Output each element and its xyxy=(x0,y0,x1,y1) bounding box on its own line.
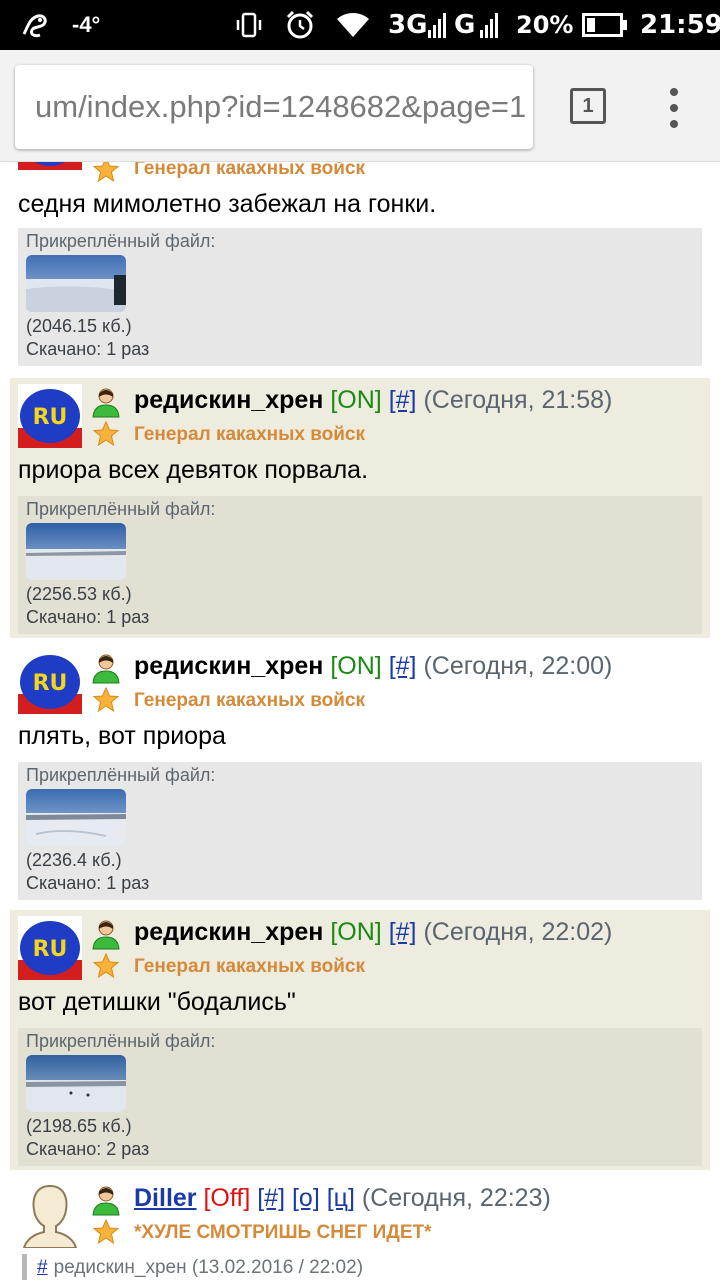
dot-icon xyxy=(670,104,678,112)
attachment-label: Прикреплённый файл: xyxy=(26,765,216,785)
user-rank: Генерал какахных войск xyxy=(134,956,365,977)
attachment: Прикреплённый файл: (2046.15 кб.) Скачан… xyxy=(18,228,702,366)
attachment: Прикреплённый файл: (2198.65 кб.) Скачан… xyxy=(18,1028,702,1166)
alarm-icon xyxy=(284,0,316,50)
post-time: (Сегодня, 22:23) xyxy=(361,1184,551,1212)
avatar-ru-flag-icon[interactable]: RU xyxy=(18,916,82,980)
post-header: Diller [Off] [#] [о] [ц] (Сегодня, 22:23… xyxy=(134,1184,551,1213)
avatar-ru-flag-icon[interactable]: RU xyxy=(18,650,82,714)
forum-post: RU редискин_хрен [ON] [#] (Сегодня, 22:0… xyxy=(10,910,710,1170)
overflow-menu-button[interactable] xyxy=(666,88,682,128)
username[interactable]: редискин_хрен xyxy=(134,652,323,680)
online-status: [ON] xyxy=(330,386,382,414)
post-header: редискин_хрен [ON] [#] (Сегодня, 22:00) xyxy=(134,652,612,681)
user-online-icon xyxy=(92,920,120,950)
username-link[interactable]: Diller xyxy=(134,1184,197,1212)
username[interactable]: редискин_хрен xyxy=(134,918,323,946)
attachment-thumbnail[interactable] xyxy=(26,255,126,312)
svg-text:RU: RU xyxy=(33,671,68,696)
forum-post: Генерал какахных войск седня мимолетно з… xyxy=(10,162,710,372)
network-type: 3G xyxy=(388,10,428,40)
post-header: редискин_хрен [ON] [#] (Сегодня, 22:02) xyxy=(134,918,612,947)
browser-toolbar: um/index.php?id=1248682&page=1 1 xyxy=(0,50,720,162)
online-status: [ON] xyxy=(330,652,382,680)
post-time: (Сегодня, 22:00) xyxy=(423,652,613,680)
attachment-label: Прикреплённый файл: xyxy=(26,499,216,519)
star-icon xyxy=(92,420,120,447)
post-time: (Сегодня, 21:58) xyxy=(423,386,613,414)
post-header: редискин_хрен [ON] [#] (Сегодня, 21:58) xyxy=(134,386,612,415)
attachment: Прикреплённый файл: (2236.4 кб.) Скачано… xyxy=(18,762,702,900)
star-icon xyxy=(92,162,120,183)
quote-author: редискин_хрен (13.02.2016 / 22:02) xyxy=(53,1257,364,1278)
user-rank: Генерал какахных войск xyxy=(134,162,365,179)
forum-thread: Генерал какахных войск седня мимолетно з… xyxy=(0,162,720,1280)
attachment-size: (2046.15 кб.) xyxy=(26,316,132,336)
attachment-thumbnail[interactable] xyxy=(26,789,126,846)
post-anchor-link[interactable]: [#] xyxy=(257,1184,285,1212)
forum-post: RU редискин_хрен [ON] [#] (Сегодня, 21:5… xyxy=(10,378,710,638)
signal-icon-1 xyxy=(428,0,448,50)
post-message: плять, вот приора xyxy=(18,722,226,750)
attachment-label: Прикреплённый файл: xyxy=(26,1031,216,1051)
post-message: седня мимолетно забежал на гонки. xyxy=(18,190,437,218)
url-text: um/index.php?id=1248682&page=1 xyxy=(35,89,527,124)
attachment-downloads: Скачано: 1 раз xyxy=(26,873,150,893)
clock: 21:59 xyxy=(640,10,720,40)
signal-icon-2 xyxy=(480,0,502,50)
reply-link[interactable]: [о] xyxy=(292,1184,320,1212)
post-anchor-link[interactable]: [#] xyxy=(389,918,417,946)
svg-text:RU: RU xyxy=(33,405,68,430)
svg-text:RU: RU xyxy=(33,937,68,962)
avatar-ru-flag-icon[interactable]: RU xyxy=(18,384,82,448)
attachment-size: (2236.4 кб.) xyxy=(26,850,122,870)
online-status: [ON] xyxy=(330,918,382,946)
attachment-label: Прикреплённый файл: xyxy=(26,231,216,251)
attachment-downloads: Скачано: 1 раз xyxy=(26,607,150,627)
star-icon xyxy=(92,1218,120,1245)
forum-post: Diller [Off] [#] [о] [ц] (Сегодня, 22:23… xyxy=(10,1176,710,1280)
attachment-thumbnail[interactable] xyxy=(26,523,126,580)
star-icon xyxy=(92,952,120,979)
star-icon xyxy=(92,686,120,713)
dot-icon xyxy=(670,120,678,128)
attachment-size: (2256.53 кб.) xyxy=(26,584,132,604)
messenger-icon xyxy=(20,0,50,50)
post-time: (Сегодня, 22:02) xyxy=(423,918,613,946)
tab-switcher-button[interactable]: 1 xyxy=(570,88,606,124)
avatar-ru-flag-icon xyxy=(18,162,82,170)
username[interactable]: редискин_хрен xyxy=(134,386,323,414)
forum-post: RU редискин_хрен [ON] [#] (Сегодня, 22:0… xyxy=(10,644,710,904)
user-rank: *ХУЛЕ СМОТРИШЬ СНЕГ ИДЕТ* xyxy=(134,1222,432,1243)
url-field[interactable]: um/index.php?id=1248682&page=1 xyxy=(15,65,533,149)
temperature: -4° xyxy=(72,12,101,37)
attachment-thumbnail[interactable] xyxy=(26,1055,126,1112)
attachment-size: (2198.65 кб.) xyxy=(26,1116,132,1136)
screen: -4° 3G G 20% 21:59 um/index.php?id=12486… xyxy=(0,0,720,1280)
attachment-downloads: Скачано: 1 раз xyxy=(26,339,150,359)
avatar-default-silhouette-icon[interactable] xyxy=(18,1180,82,1248)
attachment-downloads: Скачано: 2 раз xyxy=(26,1139,150,1159)
battery-percent: 20% xyxy=(516,11,574,39)
user-online-icon xyxy=(92,654,120,684)
quote-anchor-link[interactable]: # xyxy=(37,1257,48,1279)
user-icon xyxy=(92,1186,120,1216)
offline-status: [Off] xyxy=(203,1184,251,1212)
wifi-icon xyxy=(336,0,370,50)
user-rank: Генерал какахных войск xyxy=(134,424,365,445)
attachment: Прикреплённый файл: (2256.53 кб.) Скачан… xyxy=(18,496,702,634)
post-anchor-link[interactable]: [#] xyxy=(389,652,417,680)
vibrate-icon xyxy=(234,0,264,50)
quote-link[interactable]: [ц] xyxy=(327,1184,355,1212)
dot-icon xyxy=(670,88,678,96)
post-anchor-link[interactable]: [#] xyxy=(389,386,417,414)
user-rank: Генерал какахных войск xyxy=(134,690,365,711)
post-message: приора всех девяток порвала. xyxy=(18,456,369,484)
network-type-2: G xyxy=(454,10,476,40)
status-bar: -4° 3G G 20% 21:59 xyxy=(0,0,720,50)
quote-block: # редискин_хрен (13.02.2016 / 22:02) xyxy=(22,1254,363,1280)
post-message: вот детишки "бодались" xyxy=(18,988,296,1016)
user-online-icon xyxy=(92,388,120,418)
battery-icon xyxy=(582,0,628,50)
